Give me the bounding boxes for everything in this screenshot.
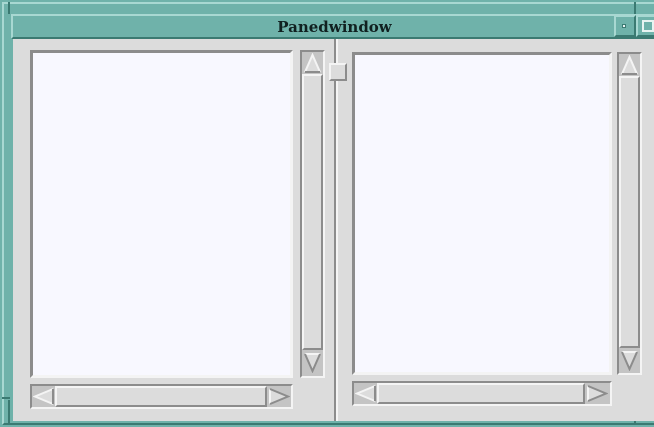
right-horizontal-slider[interactable] <box>377 383 585 404</box>
window-title: Panedwindow <box>277 18 392 36</box>
left-horizontal-scrollbar[interactable] <box>30 384 293 409</box>
frame-corner-mark <box>8 400 10 425</box>
arrow-down-icon[interactable] <box>620 350 639 371</box>
sash[interactable] <box>331 39 334 421</box>
frame-corner-mark <box>634 2 636 14</box>
arrow-left-icon[interactable] <box>355 384 377 403</box>
left-vertical-slider[interactable] <box>302 74 323 350</box>
right-listbox[interactable] <box>352 52 612 375</box>
arrow-up-icon[interactable] <box>620 55 639 76</box>
right-vertical-scrollbar[interactable] <box>617 52 642 375</box>
sash-highlight <box>336 39 338 421</box>
minimize-icon <box>622 24 626 28</box>
maximize-button[interactable] <box>636 15 654 37</box>
left-vertical-scrollbar[interactable] <box>300 50 325 378</box>
arrow-down-icon[interactable] <box>303 352 322 373</box>
arrow-left-icon[interactable] <box>33 387 55 406</box>
left-listbox[interactable] <box>30 50 293 378</box>
left-horizontal-slider[interactable] <box>55 386 267 407</box>
minimize-button[interactable] <box>614 15 636 37</box>
frame-corner-mark <box>2 397 10 399</box>
frame-corner-mark <box>8 2 10 14</box>
sash-handle[interactable] <box>329 63 347 81</box>
title-bar[interactable]: Panedwindow <box>11 14 654 39</box>
arrow-up-icon[interactable] <box>303 53 322 74</box>
arrow-right-icon[interactable] <box>586 384 608 403</box>
arrow-right-icon[interactable] <box>268 387 290 406</box>
maximize-icon <box>642 20 654 32</box>
right-horizontal-scrollbar[interactable] <box>352 381 612 406</box>
right-vertical-slider[interactable] <box>619 76 640 348</box>
